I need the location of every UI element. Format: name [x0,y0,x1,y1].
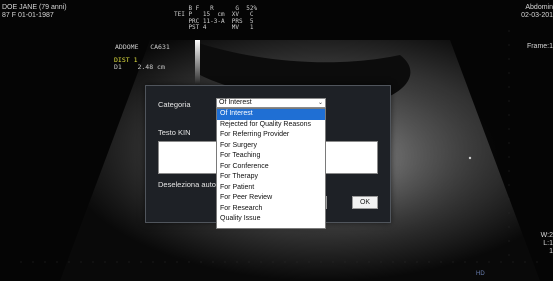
category-option[interactable]: Of Interest [217,109,325,120]
category-option[interactable]: Quality Issue [217,214,325,225]
category-option[interactable]: For Research [217,204,325,215]
patient-name: DOE JANE (79 anni) [2,4,67,11]
category-option[interactable]: Rejected for Quality Reasons [217,120,325,131]
category-option[interactable]: For Surgery [217,141,325,152]
ok-button[interactable]: OK [352,196,378,209]
window-level: L:1 [543,240,553,247]
category-select[interactable]: Of Interest ⌄ [216,98,326,108]
category-option[interactable]: For Peer Review [217,193,325,204]
category-option[interactable]: For Therapy [217,172,325,183]
category-option[interactable]: For Conference [217,162,325,173]
organ-label: ADDOME CA631 [115,43,170,51]
hd-label: HD [476,271,485,277]
deselect-label: Deseleziona auto [158,180,216,189]
distance-value: D1 2.48 cm [114,63,165,71]
study-description: Abdomin [525,4,553,11]
category-option[interactable]: For Referring Provider [217,130,325,141]
category-option[interactable]: For Teaching [217,151,325,162]
category-option[interactable]: For Patient [217,183,325,194]
patient-info: 87 F 01-01-1987 [2,12,54,19]
acquisition-parameters: B F R G 52% TEI P 15 cm XV C PRC 11-3-A … [174,5,258,32]
category-select-value: Of Interest [219,99,252,106]
category-options-list: Of Interest Rejected for Quality Reasons F… [216,108,326,229]
frame-label: Frame:1 [526,43,553,50]
chevron-down-icon: ⌄ [317,100,323,106]
window-width: W:2 [540,232,553,239]
kin-text-label: Testo KIN [158,128,191,137]
zoom-value: 1 [549,248,553,255]
study-date: 02-03-201 [521,12,553,19]
category-label: Categoria [158,100,191,109]
